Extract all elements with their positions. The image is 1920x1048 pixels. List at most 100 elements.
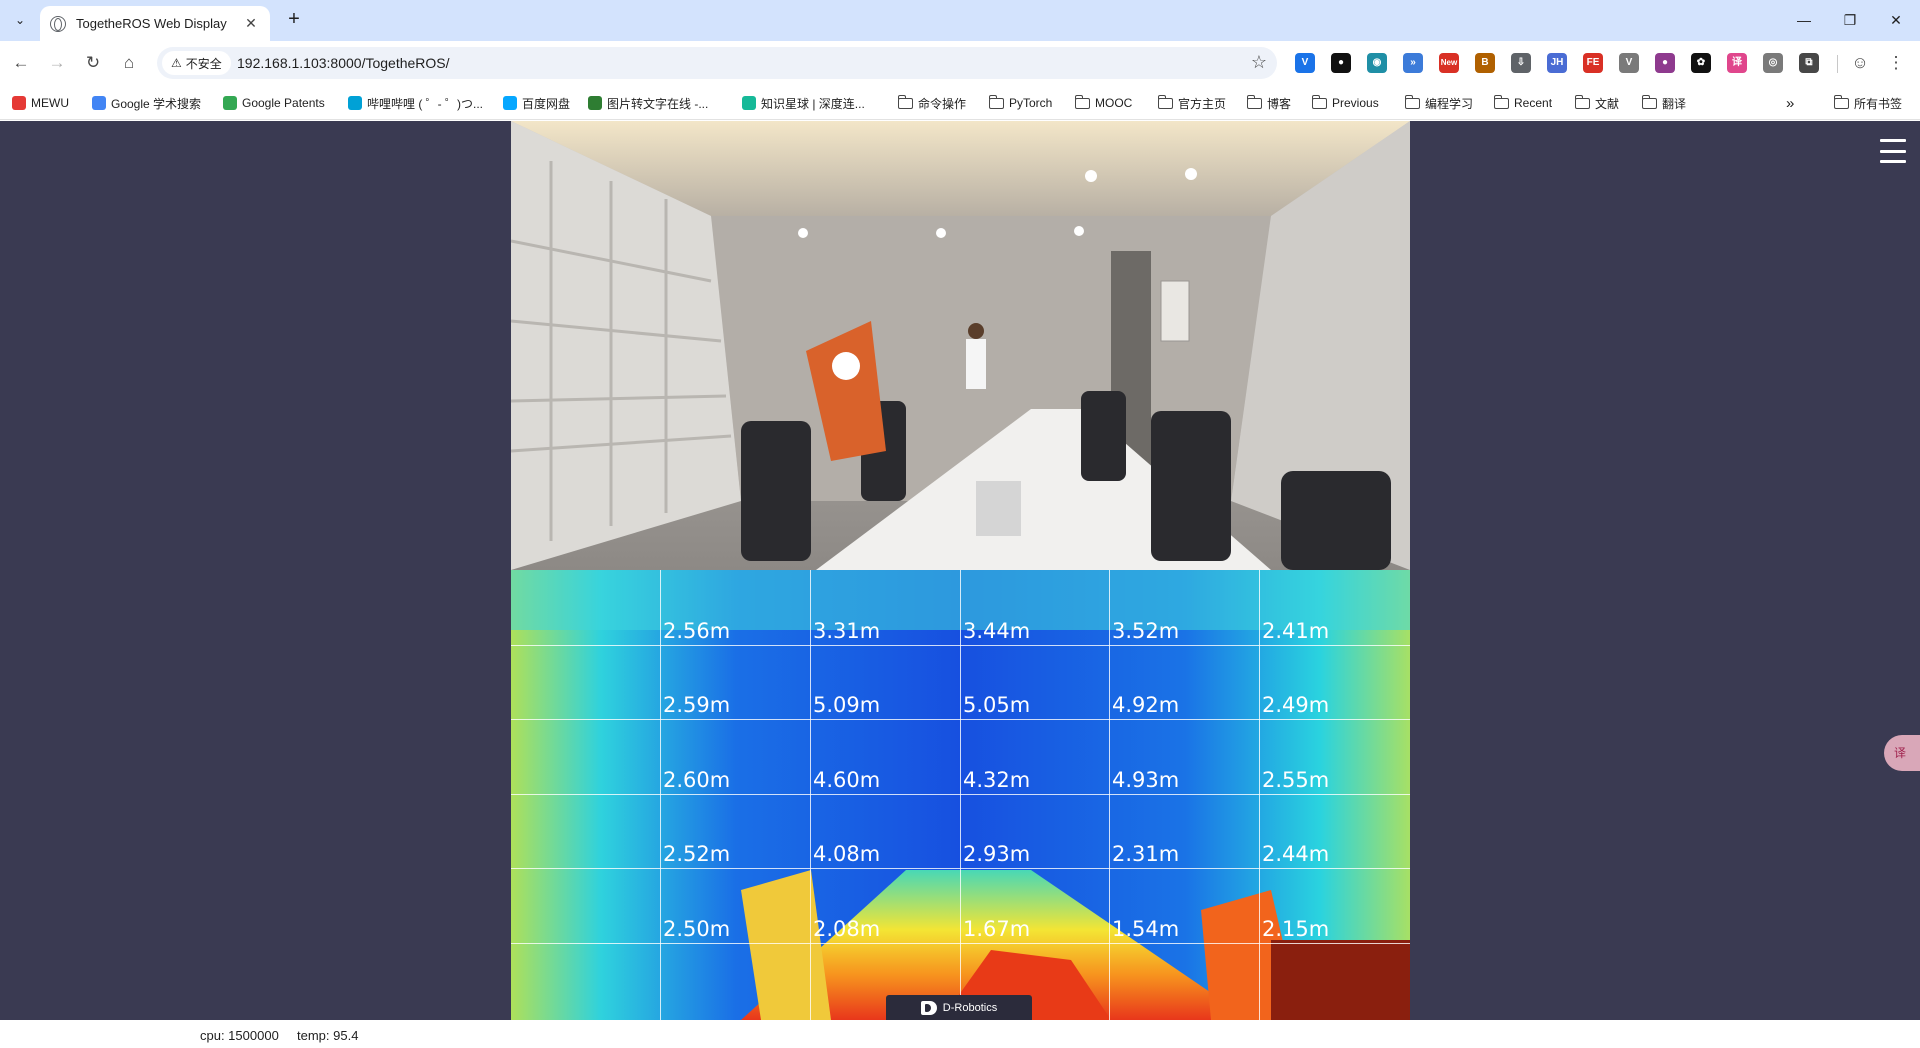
d-robotics-logo-icon xyxy=(920,1000,937,1015)
active-tab[interactable]: TogetheROS Web Display ✕ xyxy=(40,6,270,41)
puzzle-extension-icon[interactable]: ⧉ xyxy=(1799,53,1819,73)
grid-line-horizontal xyxy=(511,645,1410,646)
folder-icon xyxy=(1641,94,1657,109)
bookmark-item[interactable]: MEWU xyxy=(12,93,69,113)
openai-extension-icon[interactable]: ✿ xyxy=(1691,53,1711,73)
close-window-button[interactable]: ✕ xyxy=(1873,6,1919,34)
tab-search-button[interactable]: ⌄ xyxy=(8,8,32,32)
depth-reading: 5.09m xyxy=(813,693,881,717)
bookmark-item[interactable]: 编程学习 xyxy=(1404,93,1474,113)
bookmark-label: 知识星球 | 深度连... xyxy=(761,96,865,111)
bookmark-item[interactable]: 知识星球 | 深度连... xyxy=(742,93,865,113)
v-extension-icon[interactable]: V xyxy=(1295,53,1315,73)
folder-icon xyxy=(1574,94,1590,109)
bookmark-label: 编程学习 xyxy=(1425,96,1474,111)
bookmark-label: Google 学术搜索 xyxy=(111,96,202,111)
depth-reading: 3.52m xyxy=(1112,619,1180,643)
tab-close-icon[interactable]: ✕ xyxy=(242,15,260,32)
tab-title: TogetheROS Web Display xyxy=(76,16,227,31)
bookmark-item[interactable]: 百度网盘 xyxy=(503,93,570,113)
all-bookmarks-label: 所有书签 xyxy=(1854,96,1903,111)
depth-reading: 1.54m xyxy=(1112,917,1180,941)
grid-line-vertical xyxy=(1259,570,1260,1020)
site-favicon-icon xyxy=(348,96,362,110)
bookmark-label: 博客 xyxy=(1267,96,1292,111)
address-bar[interactable]: ⚠ 不安全 192.168.1.103:8000/TogetheROS/ ☆ xyxy=(157,47,1277,79)
reload-button[interactable]: ↻ xyxy=(80,50,106,76)
folder-icon xyxy=(1833,94,1849,109)
camera-scene-drawing xyxy=(511,121,1410,570)
depth-reading: 4.60m xyxy=(813,768,881,792)
new-tab-button[interactable]: + xyxy=(282,8,306,32)
bookmark-item[interactable]: 博客 xyxy=(1246,93,1292,113)
depth-reading: 2.59m xyxy=(663,693,731,717)
bookmark-item[interactable]: 官方主页 xyxy=(1157,93,1226,113)
site-favicon-icon xyxy=(92,96,106,110)
depth-map-view: 2.56m 3.31m 3.44m 3.52m 2.41m 2.59m 5.09m 5.05m… xyxy=(511,570,1410,1020)
grid-line-horizontal xyxy=(511,719,1410,720)
depth-reading: 2.60m xyxy=(663,768,731,792)
circle-extension-icon[interactable]: ● xyxy=(1331,53,1351,73)
security-chip[interactable]: ⚠ 不安全 xyxy=(162,51,231,75)
bookmark-label: Google Patents xyxy=(242,96,325,110)
purple-extension-icon[interactable]: ● xyxy=(1655,53,1675,73)
book-extension-icon[interactable]: B xyxy=(1475,53,1495,73)
browser-menu-button[interactable]: ⋮ xyxy=(1883,50,1909,76)
bookmark-item[interactable]: Google Patents xyxy=(223,93,325,113)
back-button[interactable]: ← xyxy=(8,50,34,76)
bookmark-item[interactable]: Recent xyxy=(1493,93,1552,113)
depth-reading: 4.08m xyxy=(813,842,881,866)
brand-label: D-Robotics xyxy=(942,1001,998,1014)
bookmark-item[interactable]: 翻译 xyxy=(1641,93,1686,113)
home-button[interactable]: ⌂ xyxy=(116,50,142,76)
bookmark-item[interactable]: 图片转文字在线 -... xyxy=(588,93,708,113)
folder-icon xyxy=(1074,94,1090,109)
depth-reading: 2.41m xyxy=(1262,619,1330,643)
depth-reading: 4.93m xyxy=(1112,768,1180,792)
bookmark-item[interactable]: 哔哩哔哩 ( ゜- ゜)つ... xyxy=(348,93,483,113)
edge-extension-icon[interactable]: ◉ xyxy=(1367,53,1387,73)
depth-reading: 2.52m xyxy=(663,842,731,866)
folder-icon xyxy=(1404,94,1420,109)
bookmark-label: 命令操作 xyxy=(918,96,967,111)
profile-icon[interactable]: ☺ xyxy=(1847,50,1873,76)
translate-extension-icon[interactable]: 译 xyxy=(1727,53,1747,73)
bookmark-label: 图片转文字在线 -... xyxy=(607,96,709,111)
translate-float-button[interactable]: 译 xyxy=(1884,735,1920,771)
bookmark-star-icon[interactable]: ☆ xyxy=(1251,52,1267,73)
all-bookmarks-button[interactable]: 所有书签 xyxy=(1833,93,1903,113)
bookmark-label: MEWU xyxy=(31,96,69,110)
bookmark-item[interactable]: MOOC xyxy=(1074,93,1132,113)
new-extension-icon[interactable]: New xyxy=(1439,53,1459,73)
temperature-readout: temp: 95.4 xyxy=(297,1028,359,1043)
bookmarks-overflow-button[interactable]: » xyxy=(1786,93,1794,113)
grid-line-vertical xyxy=(810,570,811,1020)
bookmark-item[interactable]: 文献 xyxy=(1574,93,1620,113)
restore-button[interactable]: ❐ xyxy=(1827,6,1873,34)
download-extension-icon[interactable]: ⇩ xyxy=(1511,53,1531,73)
site-favicon-icon xyxy=(12,96,26,110)
wechat-extension-icon[interactable]: ◎ xyxy=(1763,53,1783,73)
grid-line-horizontal xyxy=(511,794,1410,795)
bookmark-label: 文献 xyxy=(1595,96,1620,111)
jh-extension-icon[interactable]: JH xyxy=(1547,53,1567,73)
bookmark-item[interactable]: Previous xyxy=(1311,93,1379,113)
depth-reading: 2.08m xyxy=(813,917,881,941)
url-text[interactable]: 192.168.1.103:8000/TogetheROS/ xyxy=(237,55,450,71)
wave-extension-icon[interactable]: » xyxy=(1403,53,1423,73)
depth-reading: 2.56m xyxy=(663,619,731,643)
bookmark-item[interactable]: PyTorch xyxy=(988,93,1052,113)
depth-reading: 2.49m xyxy=(1262,693,1330,717)
brand-badge: D-Robotics xyxy=(886,995,1032,1020)
camera-feed-image xyxy=(511,121,1410,570)
fe-extension-icon[interactable]: FE xyxy=(1583,53,1603,73)
minimize-button[interactable]: — xyxy=(1781,6,1827,34)
tab-strip: ⌄ TogetheROS Web Display ✕ + — ❐ ✕ xyxy=(0,0,1920,41)
bookmark-item[interactable]: Google 学术搜索 xyxy=(92,93,201,113)
bookmark-label: Previous xyxy=(1332,96,1379,110)
depth-reading: 2.50m xyxy=(663,917,731,941)
hamburger-menu-icon[interactable] xyxy=(1880,139,1906,163)
forward-button[interactable]: → xyxy=(44,50,70,76)
bookmark-item[interactable]: 命令操作 xyxy=(897,93,967,113)
vue-extension-icon[interactable]: V xyxy=(1619,53,1639,73)
